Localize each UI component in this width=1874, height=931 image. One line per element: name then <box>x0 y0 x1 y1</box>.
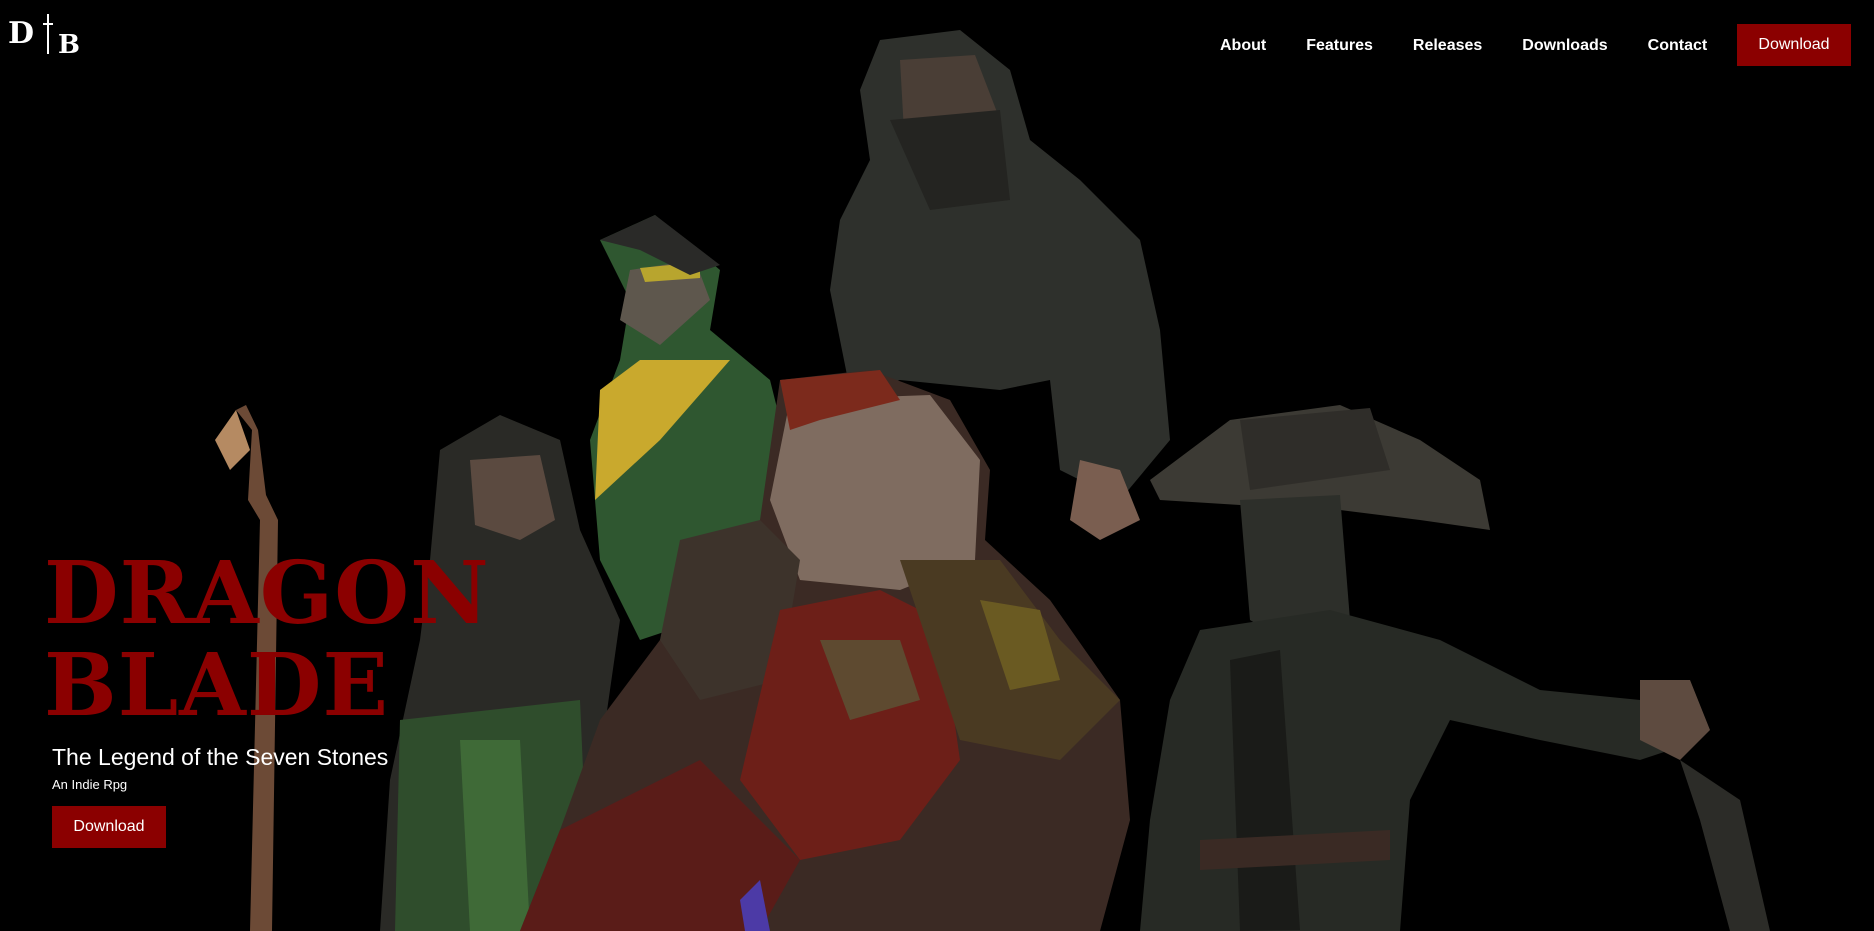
wide-hat-gunslinger-illustration <box>1140 405 1770 931</box>
logo-letter-b: B <box>58 30 80 60</box>
sword-icon <box>43 14 53 54</box>
nav-download-button[interactable]: Download <box>1737 24 1851 66</box>
hero-title-line-2: BLADE <box>44 635 390 736</box>
nav-link-about[interactable]: About <box>1220 37 1266 55</box>
nav-link-features[interactable]: Features <box>1306 37 1373 55</box>
hero-tagline: An Indie Rpg <box>52 777 128 792</box>
nav-link-releases[interactable]: Releases <box>1413 37 1482 55</box>
hero-title-line-1: DRAGON <box>44 543 490 644</box>
hero-title: DRAGON BLADE <box>44 548 564 732</box>
nav-link-contact[interactable]: Contact <box>1648 37 1708 55</box>
hero-section: DRAGON BLADE The Legend of the Seven Sto… <box>44 548 564 848</box>
hero-subtitle: The Legend of the Seven Stones <box>52 744 389 770</box>
nav-link-downloads[interactable]: Downloads <box>1522 37 1607 55</box>
nav-links: About Features Releases Downloads Contac… <box>1200 24 1727 68</box>
hero-download-button[interactable]: Download <box>52 806 166 848</box>
site-logo[interactable]: D B <box>8 14 84 64</box>
logo-letter-d: D <box>8 16 35 51</box>
top-navbar: D B About Features Releases Downloads Co… <box>0 0 1874 90</box>
landing-page: D B About Features Releases Downloads Co… <box>0 0 1874 931</box>
